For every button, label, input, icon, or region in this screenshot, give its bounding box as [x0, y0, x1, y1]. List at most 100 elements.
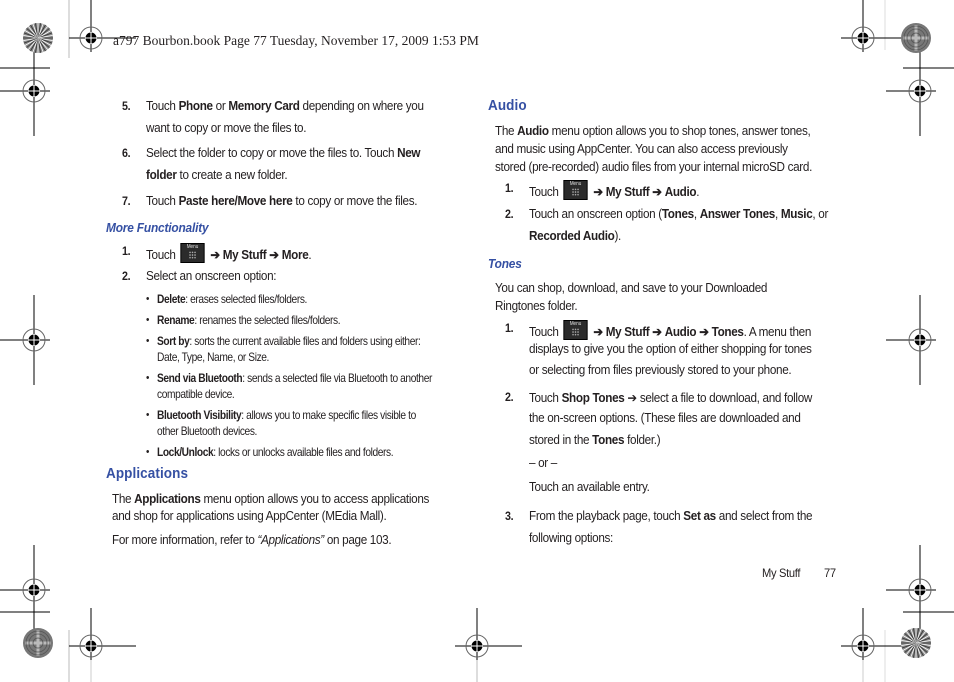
more-step-1: Touch Menu ➔ My Stuff ➔ More. — [146, 243, 312, 263]
option-line: Sort by: sorts the current available fil… — [157, 335, 421, 348]
arrow-icon: ➔ — [210, 248, 220, 262]
tones-step-3-line-1: From the playback page, touch Set as and… — [529, 509, 813, 523]
step-5-line-2: want to copy or move the files to. — [146, 121, 306, 135]
step-number: 6. — [122, 148, 131, 160]
tones-step-1-line-2: displays to give you the option of eithe… — [529, 342, 812, 356]
option-line: Bluetooth Visibility: allows you to make… — [157, 409, 416, 422]
applications-reference: For more information, refer to “Applicat… — [112, 533, 392, 547]
applications-para-line-1: The Applications menu option allows you … — [112, 492, 429, 506]
menu-key-label: Menu — [186, 244, 199, 250]
text: Touch — [529, 391, 562, 405]
text: ). — [614, 229, 621, 243]
option-line-continued: other Bluetooth devices. — [157, 425, 257, 438]
menu-path-item: My Stuff — [605, 185, 650, 199]
bullet-icon: • — [146, 293, 149, 305]
bold-term: Recorded Audio — [529, 229, 615, 243]
rosette-bottom-right — [901, 628, 931, 658]
bullet-icon: • — [146, 372, 149, 384]
punctuation: . — [696, 185, 700, 199]
text: and select from the — [715, 509, 813, 523]
tones-step-2-line-3: stored in the Tones folder.) — [529, 433, 661, 447]
option-description: : locks or unlocks available files and f… — [213, 446, 394, 459]
option-description: : renames the selected files/folders. — [194, 314, 341, 327]
text: From the playback page, touch — [529, 509, 684, 523]
audio-para-line-1: The Audio menu option allows you to shop… — [495, 124, 811, 138]
tones-step-2-line-1: Touch Shop Tones ➔ select a file to down… — [529, 390, 812, 405]
applications-para-line-2: and shop for applications using AppCente… — [112, 509, 387, 523]
menu-key-icon: Menu — [180, 243, 205, 263]
bold-term: Audio — [517, 124, 549, 138]
bullet-icon: • — [146, 446, 149, 458]
section-heading-applications: Applications — [106, 466, 189, 482]
step-6-line-1: Select the folder to copy or move the fi… — [146, 146, 421, 160]
menu-key-label: Menu — [569, 181, 582, 187]
text: the on-screen options. (These files are … — [529, 411, 801, 425]
tones-step-1-line-3: or selecting from files previously store… — [529, 363, 792, 377]
print-header: a797 Bourbon.book Page 77 Tuesday, Novem… — [113, 33, 479, 48]
text: stored in the — [529, 433, 593, 447]
cross-reference-link[interactable]: “Applications” — [257, 533, 324, 547]
audio-step-2-line-1: Touch an onscreen option (Tones, Answer … — [529, 207, 828, 221]
bold-term: Shop Tones — [561, 391, 625, 405]
option-description: : erases selected files/folders. — [185, 293, 307, 306]
text: want to copy or move the files to. — [146, 121, 307, 135]
crosshair-registration-mark — [0, 295, 50, 385]
alt-instruction: Touch an available entry. — [529, 480, 650, 494]
menu-key-icon: Menu — [563, 320, 588, 340]
option-term: Delete — [157, 293, 186, 306]
crosshair-registration-mark — [0, 545, 50, 635]
arrow-icon: ➔ — [652, 185, 662, 199]
step-6-line-2: folder to create a new folder. — [146, 168, 288, 182]
bullet-icon: • — [146, 314, 149, 326]
footer-section-name: My Stuff — [762, 566, 801, 580]
text: or — [212, 99, 229, 113]
tones-step-1-line-1: Touch Menu ➔ My Stuff ➔ Audio ➔ Tones. A… — [529, 320, 811, 340]
menu-path-item: More — [281, 248, 309, 262]
menu-path-item: Audio — [664, 185, 697, 199]
option-description: : allows you to make specific files visi… — [241, 409, 416, 422]
crosshair-registration-mark — [841, 608, 908, 660]
bold-term: Music — [780, 207, 813, 221]
option-line: Delete: erases selected files/folders. — [157, 293, 307, 306]
step-number: 7. — [122, 196, 131, 208]
option-term: Sort by — [157, 335, 190, 348]
tones-step-3-line-2: following options: — [529, 531, 613, 545]
option-line: Lock/Unlock: locks or unlocks available … — [157, 446, 394, 459]
bullet-icon: • — [146, 335, 149, 347]
option-term: Bluetooth Visibility — [157, 409, 242, 422]
text: The — [112, 492, 135, 506]
rosette-top-right — [901, 23, 931, 53]
step-number: 3. — [505, 511, 514, 523]
arrow-icon: ➔ — [699, 325, 709, 339]
tones-para-line-1: You can shop, download, and save to your… — [495, 281, 768, 295]
audio-step-1: Touch Menu ➔ My Stuff ➔ Audio. — [529, 180, 700, 200]
tones-step-2-line-2: the on-screen options. (These files are … — [529, 411, 801, 425]
crosshair-registration-mark — [455, 608, 522, 660]
section-heading-more-functionality: More Functionality — [106, 220, 209, 235]
step-number: 1. — [505, 323, 514, 335]
audio-step-2-line-2: Recorded Audio). — [529, 229, 621, 243]
section-heading-tones: Tones — [488, 256, 522, 271]
text: to create a new folder. — [176, 168, 288, 182]
text: menu option allows you to access applica… — [200, 492, 430, 506]
option-description: : sends a selected file via Bluetooth to… — [242, 372, 432, 385]
crosshair-registration-mark — [886, 545, 936, 635]
audio-para-line-2: and music using AppCenter. You can also … — [495, 142, 788, 156]
text: For more information, refer to — [112, 533, 258, 547]
text: menu option allows you to shop tones, an… — [548, 124, 811, 138]
bold-term: Set as — [683, 509, 716, 523]
text: Touch an onscreen option ( — [529, 207, 662, 221]
text: folder.) — [624, 433, 661, 447]
menu-key-label: Menu — [569, 321, 582, 327]
section-heading-audio: Audio — [488, 98, 527, 114]
arrow-icon: ➔ — [593, 325, 603, 339]
tones-para-line-2: Ringtones folder. — [495, 299, 578, 313]
step-text: Touch — [146, 248, 176, 262]
crosshair-registration-mark — [69, 608, 136, 660]
bold-term: Paste here/Move here — [178, 194, 293, 208]
text: Touch — [146, 99, 179, 113]
step-5-line-1: Touch Phone or Memory Card depending on … — [146, 99, 424, 113]
step-number: 2. — [122, 271, 131, 283]
option-term: Send via Bluetooth — [157, 372, 243, 385]
option-term: Rename — [157, 314, 195, 327]
